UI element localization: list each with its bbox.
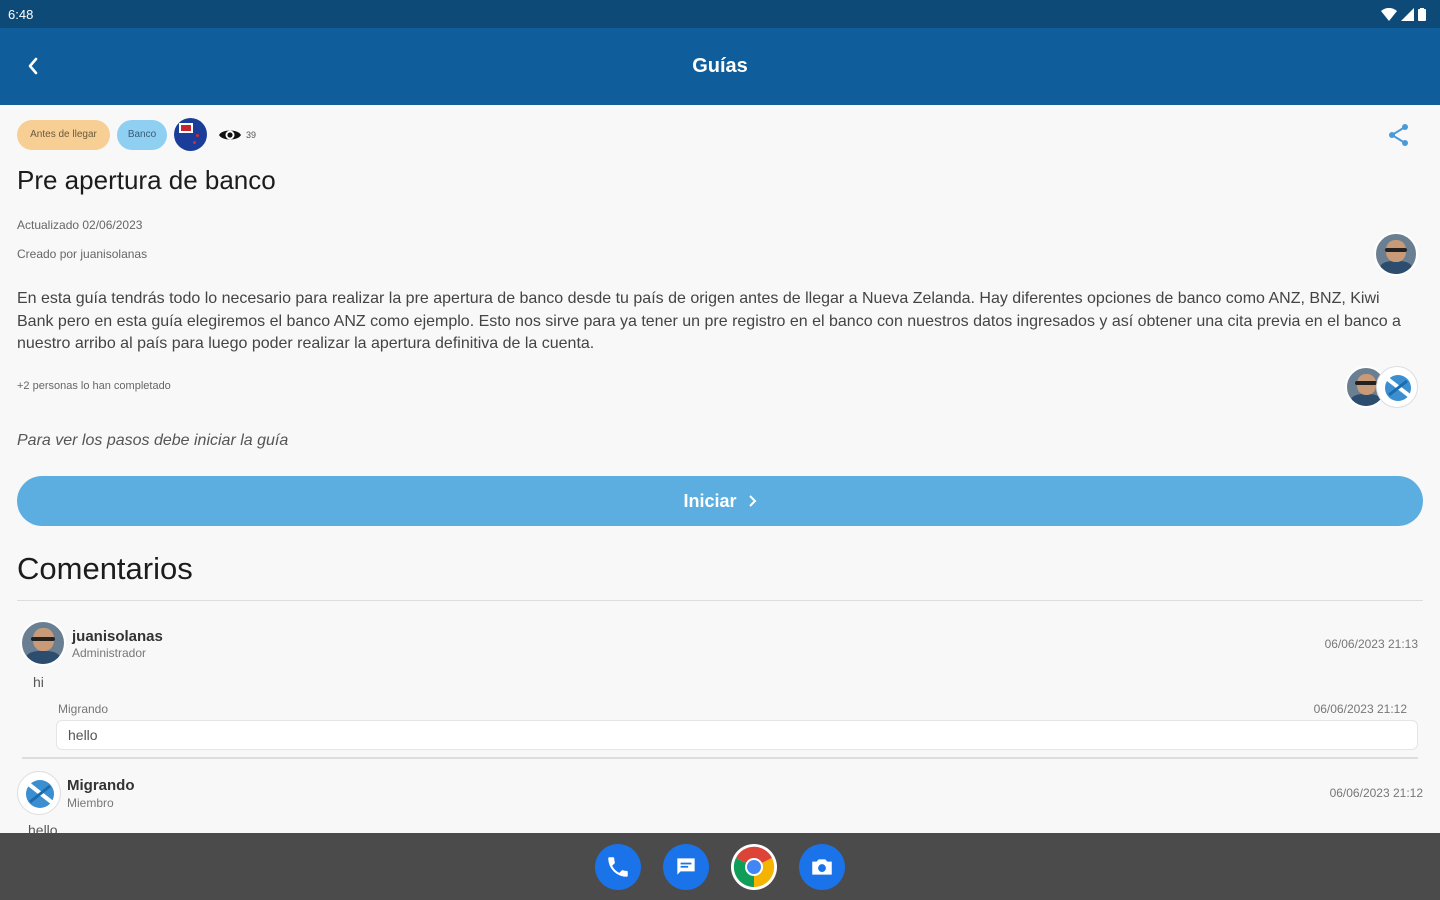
back-button[interactable] xyxy=(22,52,44,80)
reply-time: 06/06/2023 21:12 xyxy=(1313,702,1407,716)
plane-globe-icon xyxy=(1383,375,1413,401)
comment-time: 06/06/2023 21:12 xyxy=(1329,786,1423,800)
reply-text: hello xyxy=(56,720,1418,750)
comment-author[interactable]: juanisolanas xyxy=(72,628,163,645)
camera-icon xyxy=(812,858,832,875)
comment-role: Miembro xyxy=(67,796,114,810)
updated-date: Actualizado 02/06/2023 xyxy=(17,218,143,232)
chevron-left-icon xyxy=(28,57,38,75)
divider xyxy=(17,600,1423,601)
start-note: Para ver los pasos debe iniciar la guía xyxy=(17,432,289,449)
messages-app-button[interactable] xyxy=(663,843,709,890)
start-guide-button[interactable]: Iniciar xyxy=(17,476,1423,526)
eye-icon xyxy=(219,130,241,139)
page-title: Guías xyxy=(692,55,748,77)
wifi-icon xyxy=(1381,7,1397,21)
phone-app-button[interactable] xyxy=(595,843,641,890)
comment-role: Administrador xyxy=(72,646,147,660)
comment-text: hi xyxy=(33,674,44,690)
share-button[interactable] xyxy=(1386,122,1412,148)
view-count: 39 xyxy=(218,127,256,143)
app-bar: Guías xyxy=(0,28,1440,105)
comment-avatar[interactable] xyxy=(20,620,66,666)
comment-text: hello xyxy=(28,822,58,833)
tag-chip-antes-de-llegar[interactable]: Antes de llegar xyxy=(17,119,110,150)
comment-time: 06/06/2023 21:13 xyxy=(1324,637,1418,651)
plane-globe-icon xyxy=(24,780,56,808)
completed-count: +2 personas lo han completado xyxy=(17,380,171,392)
system-dock xyxy=(0,833,1440,900)
comment-author[interactable]: Migrando xyxy=(67,777,135,794)
divider xyxy=(22,757,1418,759)
chevron-right-icon xyxy=(748,495,756,507)
comment-avatar[interactable] xyxy=(17,771,61,815)
chrome-icon xyxy=(733,846,775,887)
view-count-value: 39 xyxy=(246,129,257,140)
guide-content[interactable]: Antes de llegar Banco 39 Pre apertura de… xyxy=(0,105,1440,833)
chrome-app-button[interactable] xyxy=(731,843,777,890)
status-bar: 6:48 xyxy=(0,0,1440,28)
author-avatar[interactable] xyxy=(1374,232,1418,276)
guide-description: En esta guía tendrás todo lo necesario p… xyxy=(17,290,1401,352)
reply-author: Migrando xyxy=(58,702,109,716)
battery-icon xyxy=(1418,7,1426,21)
start-button-label: Iniciar xyxy=(683,490,737,511)
signal-icon xyxy=(1401,7,1414,21)
comments-heading: Comentarios xyxy=(17,551,193,586)
messages-icon xyxy=(677,857,695,875)
created-by: Creado por juanisolanas xyxy=(17,247,148,261)
new-zealand-flag-icon xyxy=(174,118,207,151)
camera-app-button[interactable] xyxy=(799,843,845,890)
completed-avatar-2 xyxy=(1376,366,1418,408)
tag-chip-banco[interactable]: Banco xyxy=(117,119,167,150)
phone-icon xyxy=(608,856,628,877)
guide-title: Pre apertura de banco xyxy=(17,165,276,195)
guide-tags: Antes de llegar Banco 39 xyxy=(17,118,256,151)
status-icons xyxy=(1381,7,1426,21)
share-icon xyxy=(1389,124,1408,146)
status-time: 6:48 xyxy=(8,6,34,22)
